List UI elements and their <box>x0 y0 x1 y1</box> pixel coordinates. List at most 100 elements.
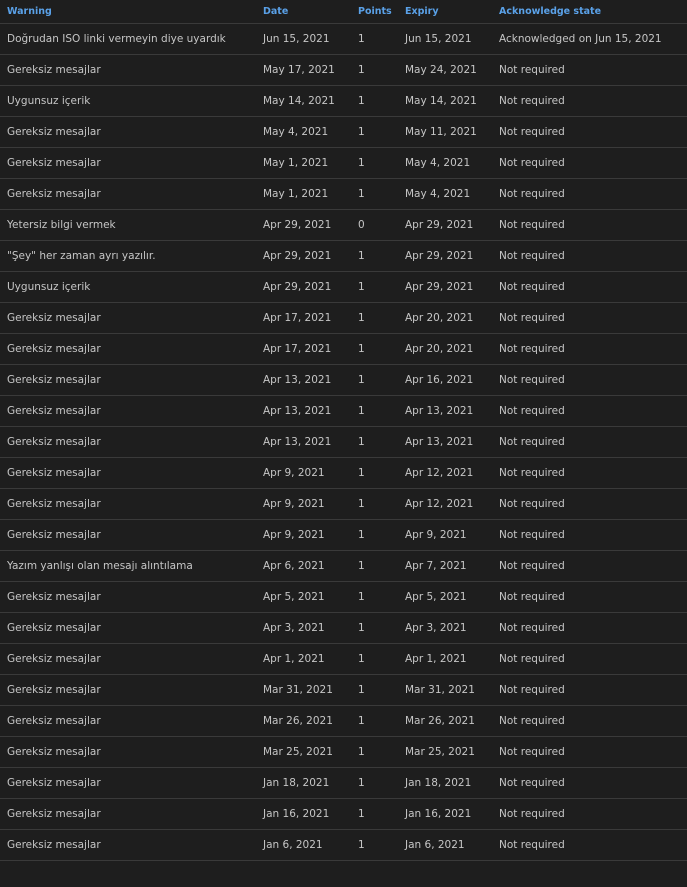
points-cell: 1 <box>350 426 397 458</box>
expiry-cell: Jan 18, 2021 <box>397 767 491 799</box>
acknowledge-state-cell: Not required <box>491 550 687 582</box>
date-cell: Apr 13, 2021 <box>255 364 350 396</box>
table-row: Gereksiz mesajlar Apr 9, 2021 1 Apr 12, 202… <box>0 457 687 489</box>
date-cell: Apr 9, 2021 <box>255 488 350 520</box>
warning-cell: "Şey" her zaman ayrı yazılır. <box>0 240 255 272</box>
date-cell: Apr 17, 2021 <box>255 302 350 334</box>
acknowledge-state-cell: Not required <box>491 54 687 86</box>
table-row: Gereksiz mesajlar Apr 13, 2021 1 Apr 13, 20… <box>0 426 687 458</box>
expiry-cell: Apr 13, 2021 <box>397 395 491 427</box>
acknowledge-state-cell: Not required <box>491 271 687 303</box>
warning-cell: Gereksiz mesajlar <box>0 705 255 737</box>
points-cell: 1 <box>350 395 397 427</box>
date-cell: Apr 29, 2021 <box>255 209 350 241</box>
points-cell: 1 <box>350 674 397 706</box>
acknowledge-state-cell: Not required <box>491 643 687 675</box>
column-header-expiry[interactable]: Expiry <box>397 0 491 24</box>
points-cell: 1 <box>350 643 397 675</box>
table-row: Gereksiz mesajlar Apr 3, 2021 1 Apr 3, 2021… <box>0 612 687 644</box>
points-cell: 1 <box>350 240 397 272</box>
date-cell: May 17, 2021 <box>255 54 350 86</box>
points-cell: 1 <box>350 364 397 396</box>
table-row: Gereksiz mesajlar Jan 6, 2021 1 Jan 6, 2021… <box>0 829 687 861</box>
acknowledge-state-cell: Not required <box>491 612 687 644</box>
warning-cell: Gereksiz mesajlar <box>0 519 255 551</box>
expiry-cell: Apr 20, 2021 <box>397 333 491 365</box>
acknowledge-state-cell: Not required <box>491 581 687 613</box>
acknowledge-state-cell: Not required <box>491 674 687 706</box>
expiry-cell: May 4, 2021 <box>397 147 491 179</box>
acknowledge-state-cell: Not required <box>491 519 687 551</box>
acknowledge-state-cell: Acknowledged on Jun 15, 2021 <box>491 23 687 55</box>
table-body: Doğrudan ISO linki vermeyin diye uyardık… <box>0 23 687 861</box>
warning-cell: Gereksiz mesajlar <box>0 364 255 396</box>
date-cell: Apr 9, 2021 <box>255 457 350 489</box>
points-cell: 1 <box>350 767 397 799</box>
warning-cell: Gereksiz mesajlar <box>0 333 255 365</box>
acknowledge-state-cell: Not required <box>491 705 687 737</box>
acknowledge-state-cell: Not required <box>491 798 687 830</box>
column-header-points[interactable]: Points <box>350 0 397 24</box>
expiry-cell: Apr 7, 2021 <box>397 550 491 582</box>
table-row: Yetersiz bilgi vermek Apr 29, 2021 0 Apr 29… <box>0 209 687 241</box>
warning-cell: Gereksiz mesajlar <box>0 736 255 768</box>
column-header-date[interactable]: Date <box>255 0 350 24</box>
table-row: Gereksiz mesajlar Apr 9, 2021 1 Apr 9, 2021… <box>0 519 687 551</box>
table-row: "Şey" her zaman ayrı yazılır. Apr 29, 202… <box>0 240 687 272</box>
column-header-acknowledge-state[interactable]: Acknowledge state <box>491 0 687 24</box>
expiry-cell: Mar 31, 2021 <box>397 674 491 706</box>
expiry-cell: Apr 1, 2021 <box>397 643 491 675</box>
table-row: Gereksiz mesajlar May 17, 2021 1 May 24, 20… <box>0 54 687 86</box>
column-header-warning[interactable]: Warning <box>0 0 255 24</box>
warning-cell: Doğrudan ISO linki vermeyin diye uyardık <box>0 23 255 55</box>
points-cell: 1 <box>350 54 397 86</box>
points-cell: 1 <box>350 457 397 489</box>
table-header-row: Warning Date Points Expiry Acknowledge s… <box>0 0 687 24</box>
warning-cell: Gereksiz mesajlar <box>0 612 255 644</box>
warning-cell: Gereksiz mesajlar <box>0 395 255 427</box>
table-row: Uygunsuz içerik May 14, 2021 1 May 14, 2021… <box>0 85 687 117</box>
acknowledge-state-cell: Not required <box>491 147 687 179</box>
date-cell: Apr 13, 2021 <box>255 395 350 427</box>
expiry-cell: May 4, 2021 <box>397 178 491 210</box>
expiry-cell: Apr 20, 2021 <box>397 302 491 334</box>
points-cell: 1 <box>350 519 397 551</box>
warning-cell: Gereksiz mesajlar <box>0 798 255 830</box>
warning-cell: Gereksiz mesajlar <box>0 426 255 458</box>
expiry-cell: Apr 29, 2021 <box>397 209 491 241</box>
warning-cell: Gereksiz mesajlar <box>0 178 255 210</box>
table-row: Gereksiz mesajlar Mar 31, 2021 1 Mar 31, 20… <box>0 674 687 706</box>
date-cell: Jun 15, 2021 <box>255 23 350 55</box>
warning-cell: Gereksiz mesajlar <box>0 581 255 613</box>
points-cell: 1 <box>350 829 397 861</box>
warnings-table: Warning Date Points Expiry Acknowledge s… <box>0 0 687 861</box>
date-cell: Apr 1, 2021 <box>255 643 350 675</box>
expiry-cell: Apr 13, 2021 <box>397 426 491 458</box>
table-row: Gereksiz mesajlar Apr 17, 2021 1 Apr 20, 20… <box>0 333 687 365</box>
table-row: Gereksiz mesajlar Apr 9, 2021 1 Apr 12, 202… <box>0 488 687 520</box>
table-row: Gereksiz mesajlar Apr 5, 2021 1 Apr 5, 2021… <box>0 581 687 613</box>
date-cell: May 1, 2021 <box>255 178 350 210</box>
date-cell: May 1, 2021 <box>255 147 350 179</box>
date-cell: Apr 17, 2021 <box>255 333 350 365</box>
points-cell: 1 <box>350 333 397 365</box>
table-row: Gereksiz mesajlar Apr 17, 2021 1 Apr 20, 20… <box>0 302 687 334</box>
expiry-cell: Jan 16, 2021 <box>397 798 491 830</box>
warning-cell: Gereksiz mesajlar <box>0 674 255 706</box>
date-cell: Apr 3, 2021 <box>255 612 350 644</box>
expiry-cell: Apr 12, 2021 <box>397 488 491 520</box>
warning-cell: Yazım yanlışı olan mesajı alıntılama <box>0 550 255 582</box>
expiry-cell: Jun 15, 2021 <box>397 23 491 55</box>
acknowledge-state-cell: Not required <box>491 364 687 396</box>
acknowledge-state-cell: Not required <box>491 457 687 489</box>
points-cell: 1 <box>350 271 397 303</box>
warning-cell: Gereksiz mesajlar <box>0 767 255 799</box>
warning-cell: Uygunsuz içerik <box>0 271 255 303</box>
expiry-cell: Jan 6, 2021 <box>397 829 491 861</box>
points-cell: 1 <box>350 705 397 737</box>
expiry-cell: Apr 29, 2021 <box>397 271 491 303</box>
date-cell: Jan 6, 2021 <box>255 829 350 861</box>
acknowledge-state-cell: Not required <box>491 209 687 241</box>
expiry-cell: May 14, 2021 <box>397 85 491 117</box>
date-cell: Jan 18, 2021 <box>255 767 350 799</box>
